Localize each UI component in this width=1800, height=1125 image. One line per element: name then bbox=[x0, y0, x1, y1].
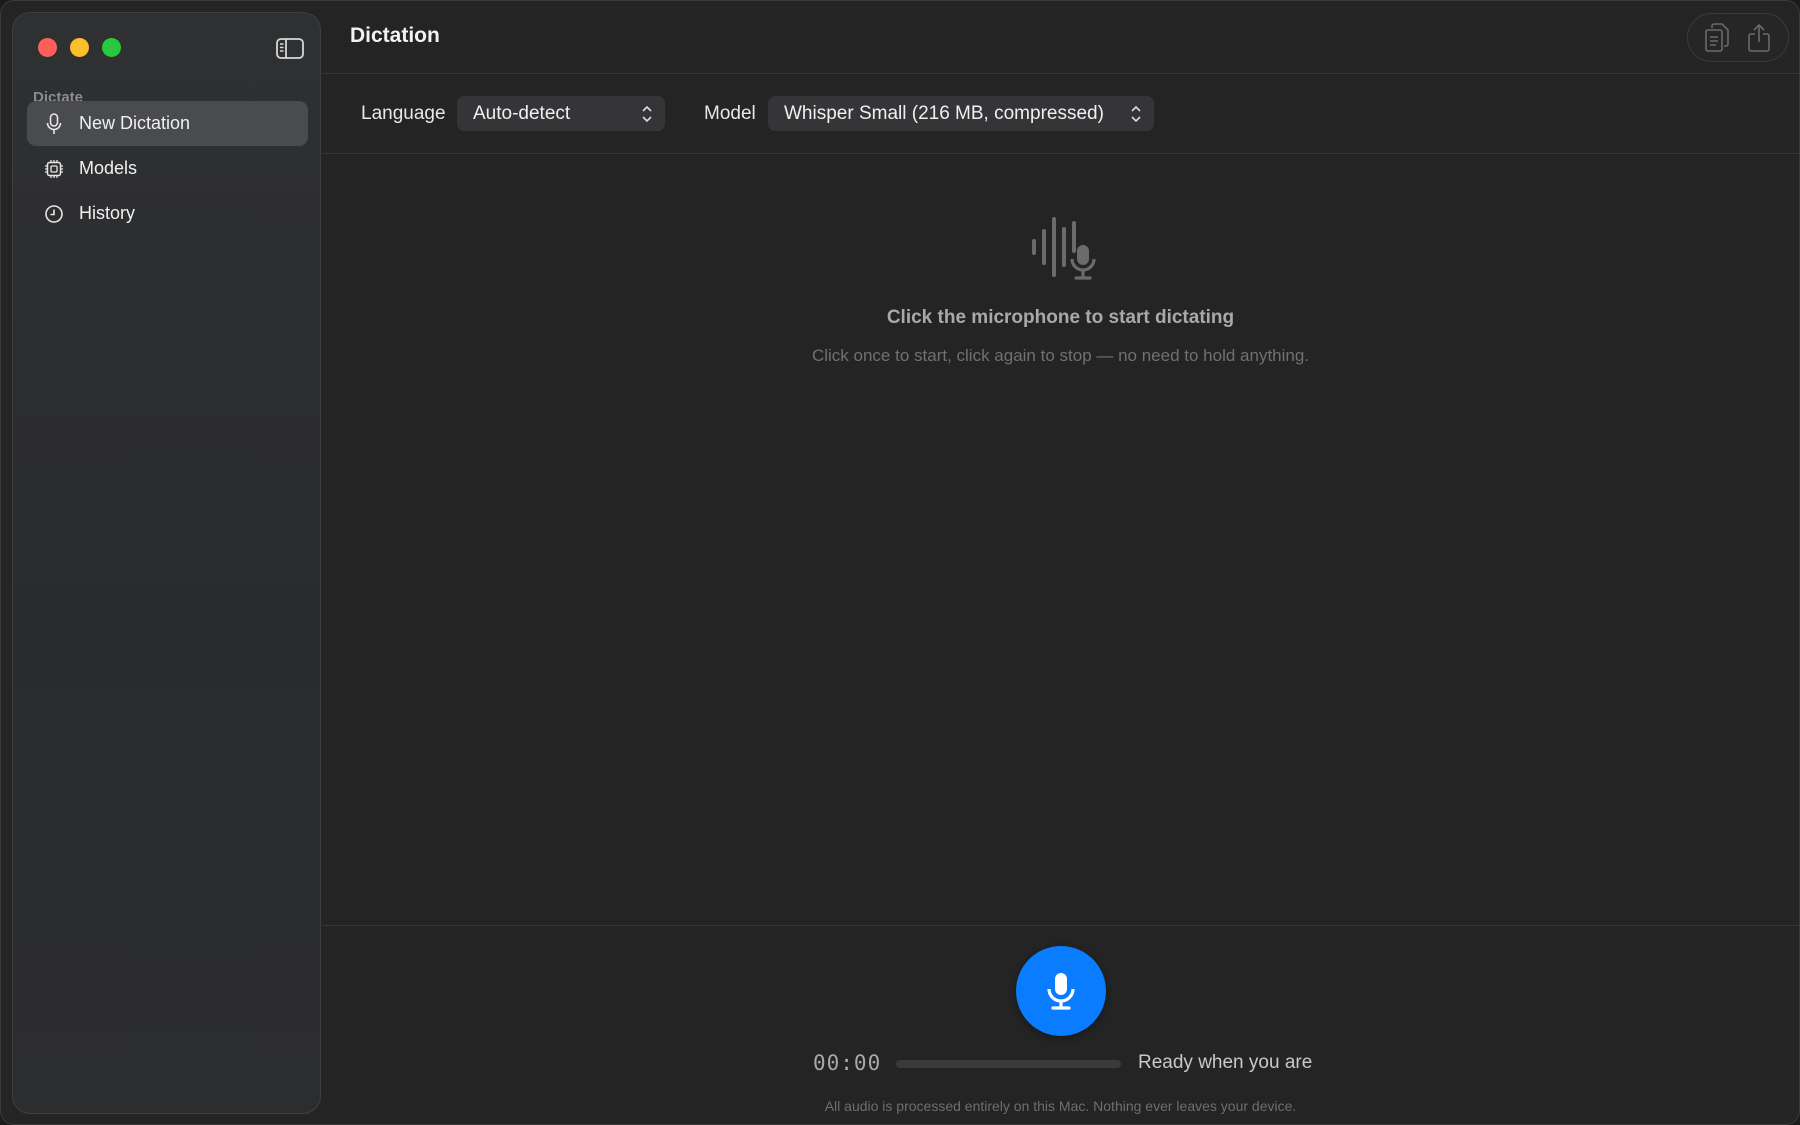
language-select[interactable]: Auto-detect bbox=[457, 96, 665, 131]
sidebar-item-label: New Dictation bbox=[79, 113, 191, 133]
clock-icon bbox=[43, 203, 65, 225]
minimize-window-button[interactable] bbox=[70, 38, 89, 57]
footer-divider bbox=[322, 925, 1799, 926]
waveform-microphone-icon bbox=[1032, 217, 1096, 280]
share-icon bbox=[1748, 23, 1770, 52]
chip-icon bbox=[43, 158, 65, 180]
sidebar-icon bbox=[276, 38, 304, 59]
recording-timer: 00:00 bbox=[813, 1051, 882, 1075]
empty-state-title: Click the microphone to start dictating bbox=[886, 307, 1235, 328]
share-button[interactable] bbox=[1741, 20, 1777, 56]
microphone-icon bbox=[1047, 973, 1075, 1010]
microphone-icon bbox=[43, 112, 65, 135]
sidebar-item-label: Models bbox=[79, 158, 138, 178]
copy-icon bbox=[1705, 22, 1729, 52]
record-button[interactable] bbox=[1016, 946, 1106, 1036]
page-title: Dictation bbox=[350, 24, 440, 47]
sidebar: Dictate New Dictation Models History bbox=[12, 12, 321, 1114]
empty-state-subtitle: Click once to start, click again to stop… bbox=[811, 346, 1310, 365]
model-select-value: Whisper Small (216 MB, compressed) bbox=[784, 102, 1104, 124]
header-divider bbox=[322, 73, 1799, 74]
sidebar-item-history[interactable]: History bbox=[27, 191, 308, 236]
sidebar-item-models[interactable]: Models bbox=[27, 146, 308, 191]
close-window-button[interactable] bbox=[38, 38, 57, 57]
audio-level-meter bbox=[896, 1060, 1121, 1068]
controls-divider bbox=[322, 153, 1799, 154]
zoom-window-button[interactable] bbox=[102, 38, 121, 57]
chevron-up-down-icon bbox=[642, 105, 652, 123]
recorder-status: Ready when you are bbox=[1138, 1052, 1313, 1073]
sidebar-item-new-dictation[interactable]: New Dictation bbox=[27, 101, 308, 146]
language-select-value: Auto-detect bbox=[473, 102, 571, 124]
chevron-up-down-icon bbox=[1131, 105, 1141, 123]
model-select[interactable]: Whisper Small (216 MB, compressed) bbox=[768, 96, 1154, 131]
toolbar-button-group bbox=[1687, 13, 1789, 62]
app-window: Dictate New Dictation Models History Dic… bbox=[0, 0, 1800, 1125]
sidebar-toggle-button[interactable] bbox=[275, 37, 305, 60]
sidebar-item-label: History bbox=[79, 203, 136, 223]
privacy-note: All audio is processed entirely on this … bbox=[824, 1098, 1297, 1114]
language-label: Language bbox=[361, 103, 446, 124]
model-label: Model bbox=[704, 103, 756, 124]
copy-button[interactable] bbox=[1699, 20, 1735, 56]
